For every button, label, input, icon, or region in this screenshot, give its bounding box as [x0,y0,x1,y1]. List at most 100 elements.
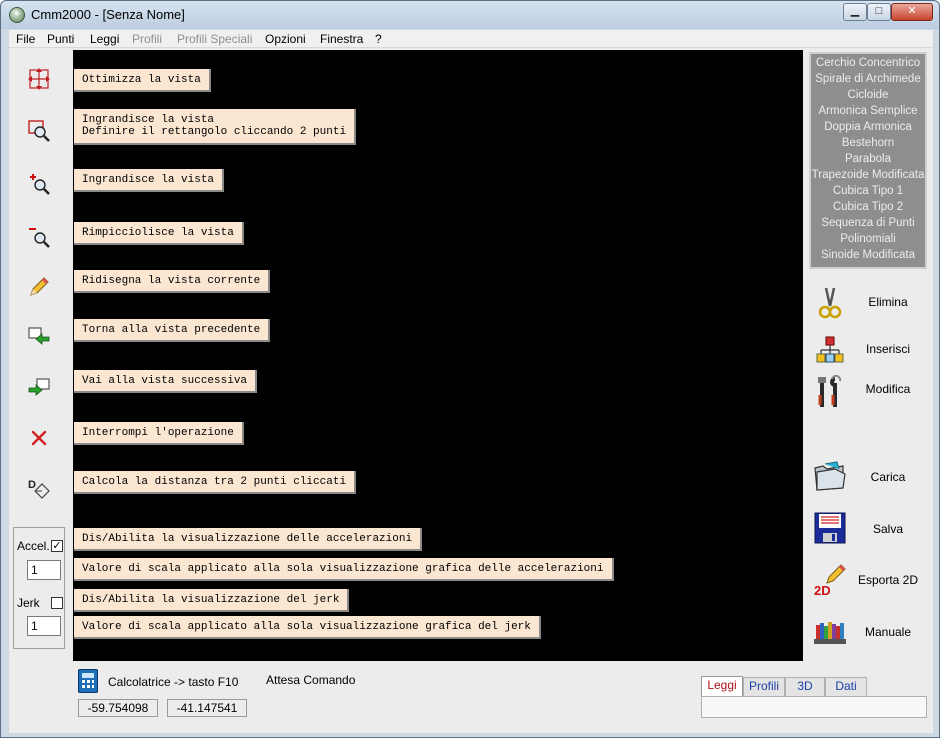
profile-item[interactable]: Sinoide Modificata [811,249,925,261]
view-toolbar: D [9,49,71,527]
stop-icon [31,430,47,446]
profile-item[interactable]: Doppia Armonica [811,121,925,133]
esporta-2d-label: Esporta 2D [857,573,919,587]
tooltip-zoom-in: Ingrandisce la vista [74,169,225,192]
floppy-disk-icon [814,512,846,544]
tooltip-previous-view: Torna alla vista precedente [74,319,271,342]
client-area: File Punti Leggi Profili Profili Special… [9,30,933,733]
app-icon[interactable]: + [9,7,25,23]
tab-pane [701,696,927,718]
tab-profili[interactable]: Profili [743,677,785,696]
profiles-panel: Cerchio Concentrico Spirale di Archimede… [809,52,927,269]
next-view-icon [28,378,50,396]
profile-item[interactable]: Cerchio Concentrico [811,57,925,69]
books-icon [814,622,846,644]
open-folder-icon [814,461,846,491]
tooltip-zoom-rectangle: Ingrandisce la vista Definire il rettang… [74,109,357,145]
calculator-icon[interactable] [78,669,98,693]
measure-distance-icon: D [28,479,50,499]
menu-profili[interactable]: Profili [132,32,162,46]
profile-item[interactable]: Cubica Tipo 2 [811,201,925,213]
menu-help[interactable]: ? [375,32,382,46]
tooltip-next-view: Vai alla vista successiva [74,370,258,393]
profile-item[interactable]: Cubica Tipo 1 [811,185,925,197]
carica-label: Carica [870,470,906,484]
accel-jerk-panel: Accel. ✓ 1 Jerk 1 [13,527,65,649]
profile-item[interactable]: Spirale di Archimede [811,73,925,85]
tooltip-jerk-toggle: Dis/Abilita la visualizzazione del jerk [74,589,350,612]
tooltip-accel-toggle: Dis/Abilita la visualizzazione delle acc… [74,528,423,551]
redraw-pencil-icon [30,277,49,296]
fit-view-icon [28,68,50,90]
profile-item[interactable]: Parabola [811,153,925,165]
coord-y: -41.147541 [167,699,247,717]
profile-item[interactable]: Sequenza di Punti [811,217,925,229]
measure-distance-button[interactable]: D [25,475,53,503]
scissors-icon [818,287,842,319]
tools-icon [818,375,842,407]
modifica-label: Modifica [865,382,911,396]
zoom-in-icon [30,174,50,195]
menu-file[interactable]: File [16,32,35,46]
close-button[interactable]: ✕ [891,3,933,21]
manuale-button[interactable]: Manuale [809,610,927,654]
inserisci-label: Inserisci [865,342,910,356]
profile-item[interactable]: Trapezoide Modificata [811,169,925,181]
tab-3d[interactable]: 3D [785,677,825,696]
elimina-button[interactable]: Elimina [809,281,927,325]
menu-punti[interactable]: Punti [47,32,74,46]
calculator-hint: Calcolatrice -> tasto F10 [108,675,239,689]
tab-leggi[interactable]: Leggi [701,676,743,697]
tooltip-stop: Interrompi l'operazione [74,422,244,445]
tab-dati[interactable]: Dati [825,677,867,696]
jerk-scale-input[interactable]: 1 [27,616,61,636]
redraw-view-button[interactable] [25,273,53,301]
profile-item[interactable]: Bestehorn [811,137,925,149]
tooltip-zoom-out: Rimpicciolisce la vista [74,222,244,245]
salva-button[interactable]: Salva [809,506,927,550]
fit-view-button[interactable] [25,65,53,93]
elimina-label: Elimina [868,295,908,309]
jerk-checkbox[interactable] [51,597,63,609]
zoom-out-icon [29,228,50,248]
menu-profili-speciali[interactable]: Profili Speciali [177,32,252,46]
drawing-canvas[interactable]: Ottimizza la vista Ingrandisce la vista … [73,50,803,661]
zoom-in-button[interactable] [25,170,53,198]
menu-opzioni[interactable]: Opzioni [265,32,306,46]
menu-finestra[interactable]: Finestra [320,32,363,46]
modifica-button[interactable]: Modifica [809,370,927,414]
zoom-out-button[interactable] [25,223,53,251]
minimize-button[interactable]: ▁ [843,3,867,21]
app-window: + Cmm2000 - [Senza Nome] ▁ □ ✕ File Punt… [0,0,940,738]
profile-item[interactable]: Cicloide [811,89,925,101]
profile-item[interactable]: Polinomiali [811,233,925,245]
tooltip-fit-view: Ottimizza la vista [74,69,211,92]
title-bar[interactable]: + Cmm2000 - [Senza Nome] ▁ □ ✕ [1,1,939,29]
tooltip-measure-distance: Calcola la distanza tra 2 punti cliccati [74,471,357,494]
stop-operation-button[interactable] [25,424,53,452]
coord-x: -59.754098 [78,699,158,717]
tooltip-accel-scale: Valore di scala applicato alla sola visu… [74,558,614,581]
carica-button[interactable]: Carica [809,454,927,498]
export-2d-badge: 2D [814,583,831,597]
inserisci-button[interactable]: Inserisci [809,328,927,372]
zoom-rectangle-icon [28,120,50,142]
zoom-rectangle-button[interactable] [25,117,53,145]
tooltip-jerk-scale: Valore di scala applicato alla sola visu… [74,616,541,639]
next-view-button[interactable] [25,373,53,401]
previous-view-icon [28,327,50,345]
manuale-label: Manuale [864,625,912,639]
profile-item[interactable]: Armonica Semplice [811,105,925,117]
menu-leggi[interactable]: Leggi [90,32,119,46]
esporta-2d-button[interactable]: 2D Esporta 2D [809,558,927,602]
window-title: Cmm2000 - [Senza Nome] [31,7,185,22]
calculator-glyph [82,673,94,688]
maximize-button[interactable]: □ [867,3,891,21]
accel-scale-input[interactable]: 1 [27,560,61,580]
accel-label: Accel. [17,539,50,553]
accel-checkbox[interactable]: ✓ [51,540,63,552]
status-message: Attesa Comando [266,673,356,687]
previous-view-button[interactable] [25,322,53,350]
export-2d-icon: 2D [814,564,846,597]
menu-bar: File Punti Leggi Profili Profili Special… [9,30,933,48]
